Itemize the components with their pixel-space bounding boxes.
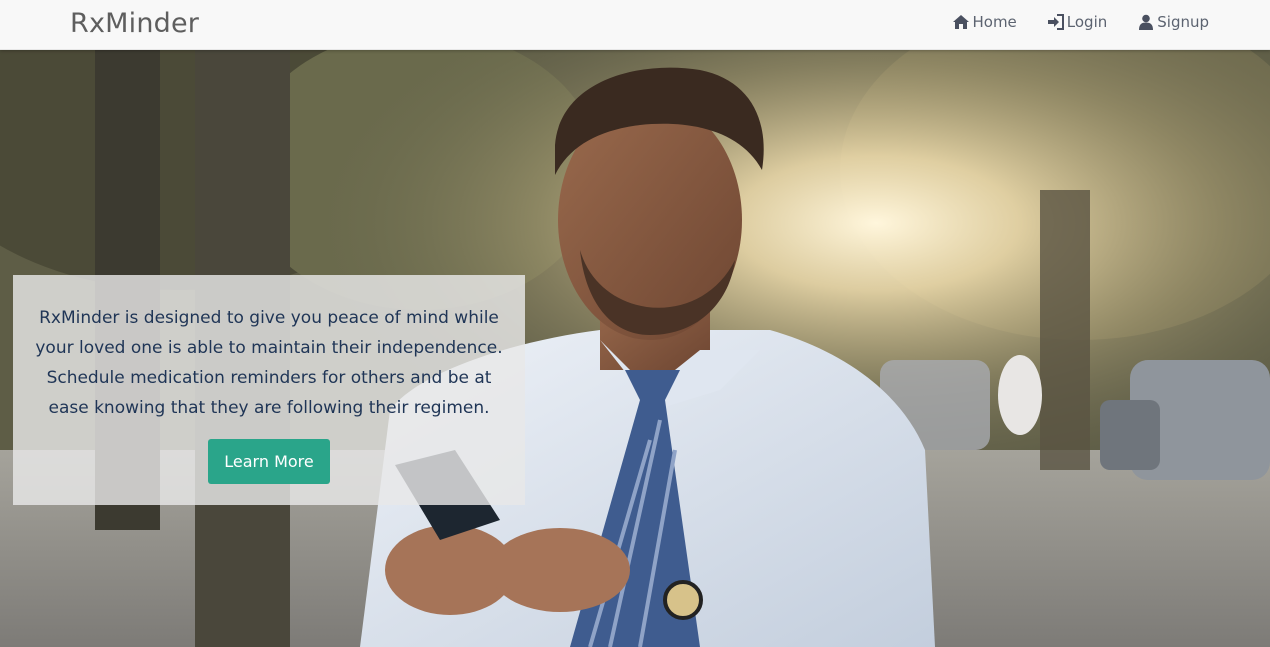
nav-home-label: Home [972,13,1017,31]
nav-home-link[interactable]: Home [952,13,1017,31]
nav-login-link[interactable]: Login [1047,13,1107,31]
login-icon [1047,14,1064,30]
nav-signup-label: Signup [1157,13,1209,31]
navbar: RxMinder Home Login Signup [0,0,1270,50]
learn-more-button[interactable]: Learn More [208,439,330,484]
nav-login-label: Login [1066,13,1108,31]
home-icon [953,15,970,29]
nav-links: Home Login Signup [952,13,1209,31]
hero-section: RxMinder is designed to give you peace o… [0,50,1270,647]
brand-logo[interactable]: RxMinder [70,8,199,39]
info-card: RxMinder is designed to give you peace o… [13,275,525,505]
nav-signup-link[interactable]: Signup [1137,13,1209,31]
hero-description: RxMinder is designed to give you peace o… [35,308,503,418]
user-icon [1139,14,1154,30]
